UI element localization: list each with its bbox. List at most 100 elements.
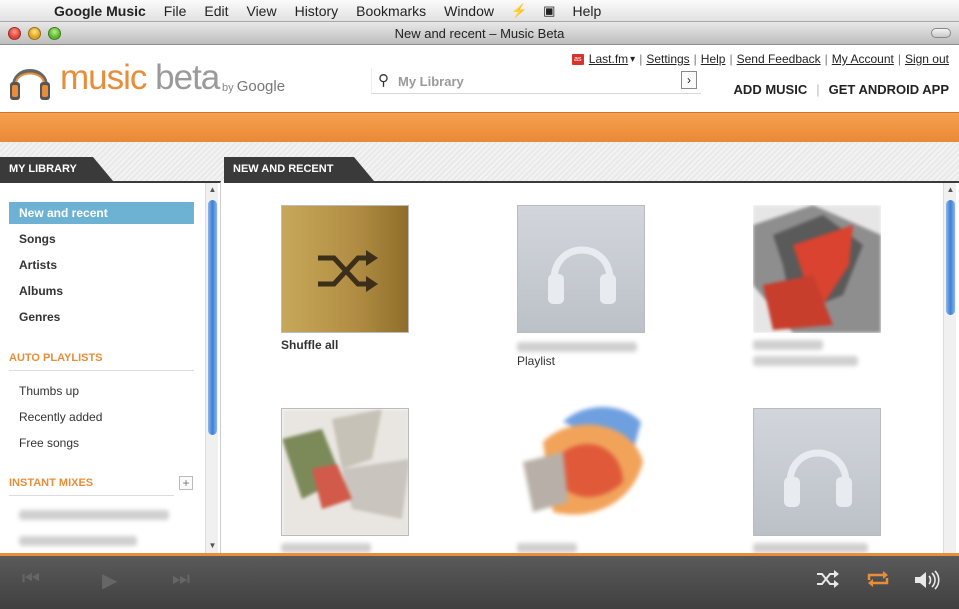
- search-submit-button[interactable]: ›: [681, 71, 697, 89]
- section-header-band: [0, 142, 959, 182]
- new-and-recent-header: NEW AND RECENT: [224, 157, 374, 181]
- main-scroll-thumb[interactable]: [946, 200, 955, 315]
- scroll-up-arrow-icon[interactable]: ▲: [944, 184, 957, 196]
- script-menu-icon[interactable]: ⚡: [503, 3, 535, 19]
- logo-google: Google: [236, 78, 286, 95]
- my-account-link[interactable]: My Account: [832, 52, 894, 66]
- menu-file[interactable]: File: [155, 3, 196, 19]
- headphones-icon: [784, 449, 852, 507]
- album-art-image: [523, 407, 643, 515]
- nav-artists[interactable]: Artists: [9, 254, 194, 276]
- add-music-button[interactable]: ADD MUSIC: [734, 82, 808, 97]
- repeat-toggle-icon[interactable]: [865, 569, 891, 589]
- search-icon: ⚲: [378, 72, 389, 89]
- shuffle-all-tile[interactable]: [281, 205, 409, 333]
- player-bar: ⏮ ▶ ⏭: [0, 553, 959, 609]
- lastfm-dropdown-icon[interactable]: ▾: [628, 54, 635, 65]
- scroll-down-arrow-icon[interactable]: ▼: [206, 540, 219, 552]
- minimize-window-button[interactable]: [28, 27, 41, 40]
- menu-bookmarks[interactable]: Bookmarks: [347, 3, 435, 19]
- menu-app-name[interactable]: Google Music: [36, 3, 155, 19]
- link-separator: |: [824, 52, 828, 66]
- link-separator: |: [639, 52, 643, 66]
- playlist-tile[interactable]: [517, 205, 645, 333]
- account-links: as Last.fm ▾ | Settings | Help | Send Fe…: [571, 52, 949, 66]
- sidebar-scrollbar[interactable]: ▲ ▼: [205, 183, 218, 553]
- main-scrollbar[interactable]: ▲: [943, 183, 956, 553]
- shuffle-icon: [318, 250, 378, 292]
- album-title-blurred: [281, 543, 371, 553]
- window-title-bar: New and recent – Music Beta: [0, 22, 959, 45]
- play-icon[interactable]: ▶: [102, 568, 117, 593]
- add-instant-mix-button[interactable]: +: [179, 476, 193, 490]
- playlist-type-caption: Playlist: [517, 354, 556, 368]
- playlist-free-songs[interactable]: Free songs: [9, 432, 194, 454]
- instant-mix-item-blurred[interactable]: [19, 510, 169, 520]
- album-title-blurred: [753, 543, 868, 553]
- my-library-header: MY LIBRARY: [0, 157, 113, 181]
- album-tile[interactable]: [281, 408, 409, 536]
- auto-playlists-title: AUTO PLAYLISTS: [9, 352, 194, 371]
- playlist-thumbs-up[interactable]: Thumbs up: [9, 380, 194, 402]
- nav-genres[interactable]: Genres: [9, 306, 194, 328]
- album-art-image: [753, 205, 881, 333]
- settings-link[interactable]: Settings: [646, 52, 689, 66]
- zoom-window-button[interactable]: [48, 27, 61, 40]
- scroll-up-arrow-icon[interactable]: ▲: [206, 184, 219, 196]
- album-tile[interactable]: [517, 407, 645, 536]
- logo-by-google: by Google: [222, 78, 285, 95]
- link-separator: |: [897, 52, 901, 66]
- next-track-icon[interactable]: ⏭: [172, 568, 190, 591]
- services-menu-icon[interactable]: ▣: [535, 3, 563, 19]
- help-link[interactable]: Help: [701, 52, 726, 66]
- album-title-blurred: [753, 340, 823, 350]
- get-android-app-button[interactable]: GET ANDROID APP: [829, 82, 949, 97]
- link-separator: |: [693, 52, 697, 66]
- new-and-recent-grid: Shuffle all Playlist ▲: [224, 181, 959, 553]
- nav-songs[interactable]: Songs: [9, 228, 194, 250]
- lastfm-link[interactable]: Last.fm: [589, 52, 628, 66]
- playlist-recently-added[interactable]: Recently added: [9, 406, 194, 428]
- menu-bar: Google Music File Edit View History Book…: [0, 0, 959, 22]
- orange-banner: [0, 112, 959, 142]
- action-separator: |: [816, 82, 820, 97]
- instant-mix-item-blurred[interactable]: [19, 536, 137, 546]
- nav-new-and-recent[interactable]: New and recent: [9, 202, 194, 224]
- library-search: ⚲ ›: [371, 68, 701, 94]
- sign-out-link[interactable]: Sign out: [905, 52, 949, 66]
- logo-by: by: [222, 82, 234, 94]
- menu-help[interactable]: Help: [563, 3, 610, 19]
- library-sidebar: New and recent Songs Artists Albums Genr…: [0, 181, 221, 553]
- album-art-image: [282, 409, 408, 535]
- lastfm-icon: as: [571, 53, 584, 65]
- volume-icon[interactable]: [913, 569, 941, 591]
- send-feedback-link[interactable]: Send Feedback: [737, 52, 821, 66]
- album-tile[interactable]: [753, 205, 881, 333]
- search-input[interactable]: [398, 72, 678, 90]
- music-beta-logo: music beta: [60, 58, 220, 98]
- playlist-title-blurred: [517, 342, 637, 352]
- album-tile[interactable]: [753, 408, 881, 536]
- app-header: music beta by Google ⚲ › as Last.fm ▾ | …: [0, 46, 959, 112]
- nav-albums[interactable]: Albums: [9, 280, 194, 302]
- headphones-icon: [548, 246, 616, 304]
- link-separator: |: [729, 52, 733, 66]
- logo-beta: beta: [155, 58, 220, 97]
- headphones-logo-icon[interactable]: [8, 56, 52, 102]
- menu-edit[interactable]: Edit: [195, 3, 237, 19]
- album-artist-blurred: [753, 356, 858, 366]
- close-window-button[interactable]: [8, 27, 21, 40]
- shuffle-all-caption[interactable]: Shuffle all: [281, 338, 338, 352]
- sidebar-scroll-thumb[interactable]: [208, 200, 217, 435]
- header-actions: ADD MUSIC | GET ANDROID APP: [734, 82, 949, 97]
- menu-history[interactable]: History: [286, 3, 348, 19]
- previous-track-icon[interactable]: ⏮: [22, 568, 40, 591]
- instant-mixes-title: INSTANT MIXES: [9, 477, 174, 496]
- window-title: New and recent – Music Beta: [394, 26, 565, 41]
- menu-window[interactable]: Window: [435, 3, 503, 19]
- shuffle-toggle-icon[interactable]: [815, 569, 841, 589]
- logo-music: music: [60, 58, 147, 97]
- album-title-blurred: [517, 543, 577, 553]
- toolbar-toggle-button[interactable]: [931, 28, 951, 38]
- menu-view[interactable]: View: [237, 3, 285, 19]
